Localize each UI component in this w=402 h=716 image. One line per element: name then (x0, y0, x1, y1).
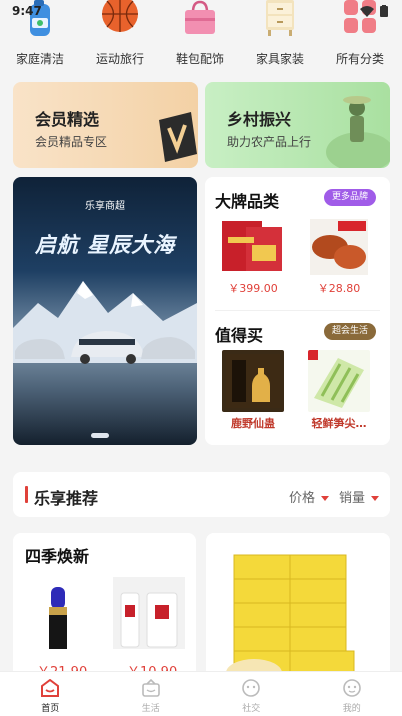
promo-title: 乡村振兴 (227, 110, 292, 129)
profile-icon (342, 679, 361, 697)
bamboo-shoot-image (308, 350, 370, 412)
status-icons (360, 5, 388, 17)
battery-icon (380, 5, 388, 17)
tab-label: 首页 (41, 704, 60, 714)
snack-pack-image (310, 219, 368, 275)
worth-product-1-name: 鹿野仙蛊 (231, 417, 275, 430)
worth-product-2-image[interactable] (308, 350, 370, 412)
tab-life[interactable]: 生活 (101, 672, 202, 716)
promo-rural[interactable]: 乡村振兴 助力农产品上行 (205, 82, 390, 168)
tab-label: 社交 (242, 704, 261, 714)
gift-box-image (222, 221, 282, 271)
status-bar: 9:47 (0, 0, 402, 22)
more-brands-tag[interactable]: 更多品牌 (324, 189, 377, 206)
sort-price-button[interactable]: 价格 (289, 487, 330, 506)
worth-section-title: 值得买 (215, 326, 264, 345)
tab-home[interactable]: 首页 (0, 672, 101, 716)
brand-section-title: 大牌品类 (215, 192, 280, 211)
promo-title: 会员精选 (35, 110, 100, 129)
cars-illustration (15, 331, 195, 364)
banner-pager-dot (91, 433, 109, 438)
tab-mine[interactable]: 我的 (302, 672, 402, 716)
brand-product-2-image[interactable] (308, 215, 370, 277)
season-title: 四季焕新 (25, 547, 90, 566)
section-divider (215, 310, 380, 311)
recommend-title: 乐享推荐 (34, 489, 99, 508)
worth-product-1-image[interactable] (222, 350, 284, 412)
tissue-packs-image (206, 533, 390, 683)
toothpaste-image[interactable] (113, 577, 185, 649)
tab-label: 生活 (141, 704, 160, 714)
category-label: 家庭清洁 (15, 52, 64, 66)
brand-product-1-image[interactable] (222, 215, 284, 277)
brand-product-2-price: ￥28.80 (317, 282, 361, 295)
tab-label: 我的 (342, 704, 361, 714)
bottom-tab-bar: 首页 生活 社交 我的 (0, 671, 402, 716)
sort-arrows-icon (321, 496, 330, 501)
vip-v-icon (159, 112, 197, 162)
category-label: 运动旅行 (95, 52, 144, 66)
status-time: 9:47 (12, 4, 42, 18)
category-label: 所有分类 (335, 52, 384, 66)
sort-sales-label: 销量 (339, 491, 366, 506)
recommend-bar: 乐享推荐 价格 销量 (13, 472, 390, 517)
worth-product-2-name: 轻鲜笋尖… (311, 417, 367, 430)
sort-arrows-icon (371, 496, 380, 501)
hero-banner[interactable]: 乐享商超 启航 星辰大海 (13, 177, 197, 445)
recommend-accent-bar (25, 486, 28, 503)
wifi-icon (360, 5, 374, 17)
social-icon (242, 679, 261, 697)
promo-member[interactable]: 会员精选 会员精品专区 (13, 82, 198, 168)
banner-brand: 乐享商超 (85, 201, 125, 212)
sort-sales-button[interactable]: 销量 (339, 487, 380, 506)
sort-price-label: 价格 (289, 491, 316, 506)
life-icon (141, 679, 160, 697)
category-panel: 大牌品类 更多品牌 ￥399.00 ￥28.80 值得买 超会生活 鹿野仙蛊 轻… (205, 177, 390, 445)
super-life-tag[interactable]: 超会生活 (324, 323, 377, 340)
farmer-illustration-icon (326, 96, 390, 168)
category-label: 家具家装 (255, 52, 304, 66)
lipstick-image[interactable] (25, 577, 95, 649)
season-card[interactable]: 四季焕新 ￥21.90 ￥10.90 (13, 533, 196, 683)
banner-headline: 启航 星辰大海 (34, 233, 176, 257)
promo-subtitle: 助力农产品上行 (227, 135, 312, 149)
product-card[interactable] (206, 533, 390, 683)
liquor-box-image (226, 354, 280, 408)
tab-social[interactable]: 社交 (201, 672, 302, 716)
home-icon (41, 679, 60, 697)
category-label: 鞋包配饰 (175, 52, 224, 66)
promo-subtitle: 会员精品专区 (35, 135, 108, 149)
brand-product-1-price: ￥399.00 (228, 282, 278, 295)
